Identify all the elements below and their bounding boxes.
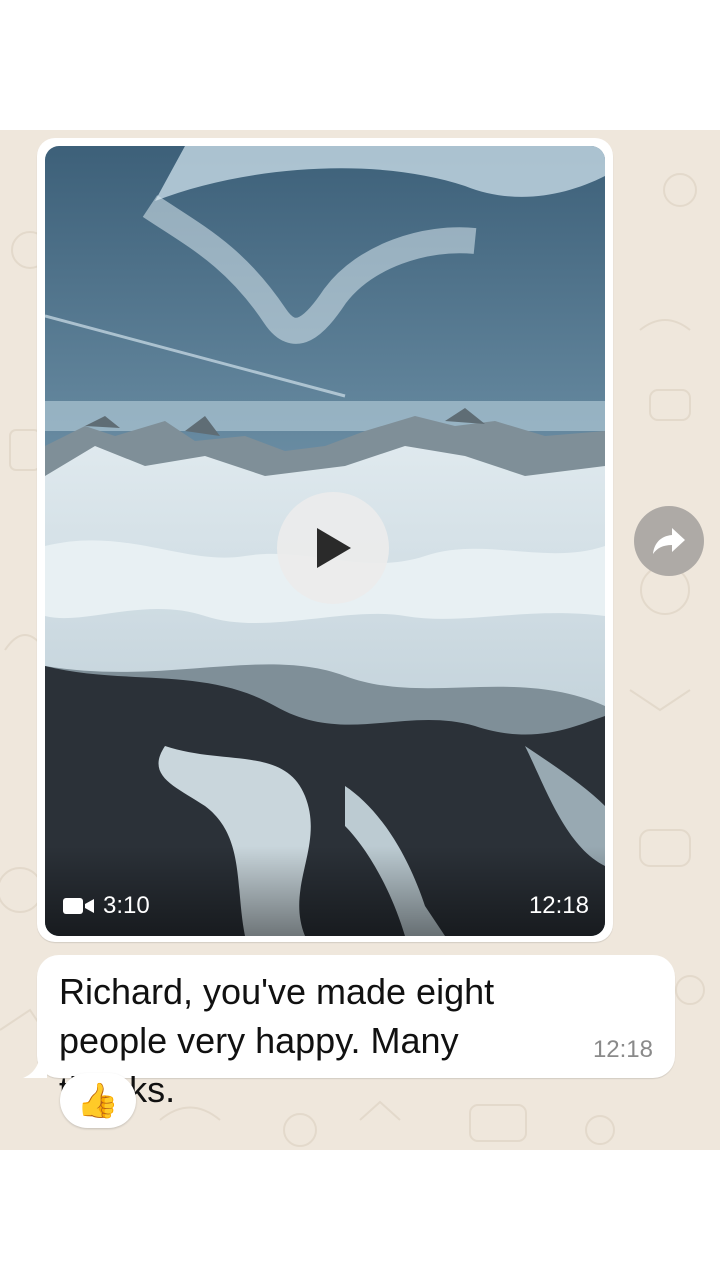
text-message-bubble[interactable]: Richard, you've made eight people very h… <box>23 955 675 1110</box>
play-icon <box>317 528 351 568</box>
thumbs-up-reaction[interactable]: 👍 <box>60 1073 136 1128</box>
message-text: Richard, you've made eight people very h… <box>59 971 495 1110</box>
bubble-tail <box>23 1052 47 1078</box>
video-duration: 3:10 <box>63 892 150 920</box>
video-duration-label: 3:10 <box>103 892 150 919</box>
chat-area[interactable]: 3:10 12:18 Richard, you've made eight pe… <box>0 130 720 1150</box>
forward-icon <box>653 528 685 554</box>
video-overlay-shade <box>45 846 605 936</box>
message-time: 12:18 <box>592 1036 653 1063</box>
video-message-time: 12:18 <box>528 892 589 919</box>
video-camera-icon <box>63 898 94 914</box>
play-button[interactable] <box>277 492 389 604</box>
video-thumbnail[interactable]: 3:10 12:18 <box>45 146 605 936</box>
forward-button[interactable] <box>634 506 704 576</box>
video-message-bubble[interactable]: 3:10 12:18 <box>37 138 613 942</box>
